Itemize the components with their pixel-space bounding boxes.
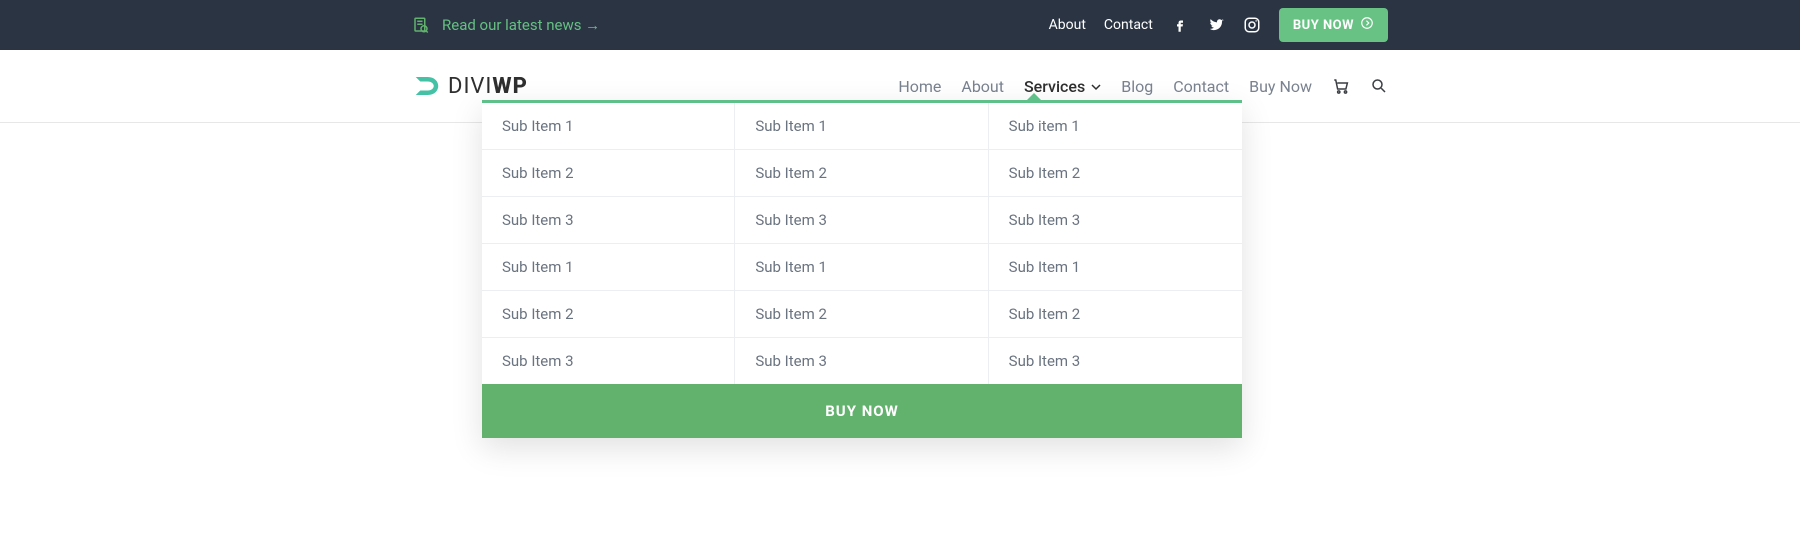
logo-mark-icon (412, 71, 442, 101)
search-icon[interactable] (1370, 77, 1388, 95)
nav-about[interactable]: About (961, 77, 1004, 96)
topbar-inner: Read our latest news → About Contact BUY… (400, 0, 1400, 50)
mega-item[interactable]: Sub Item 2 (482, 150, 734, 197)
mega-item[interactable]: Sub Item 1 (735, 103, 987, 150)
topbar-buy-label: BUY NOW (1293, 18, 1354, 33)
topbar-contact-link[interactable]: Contact (1104, 17, 1153, 33)
logo-text-part1: DIVI (448, 74, 492, 99)
topbar-about-link[interactable]: About (1049, 17, 1086, 33)
mega-item[interactable]: Sub Item 1 (989, 244, 1242, 291)
topbar: Read our latest news → About Contact BUY… (0, 0, 1800, 50)
mega-item[interactable]: Sub Item 2 (482, 291, 734, 338)
main-nav: Home About Services Blog Contact Buy Now (898, 77, 1388, 96)
mega-item[interactable]: Sub Item 2 (735, 150, 987, 197)
chevron-down-icon (1091, 77, 1101, 96)
mega-item[interactable]: Sub Item 3 (989, 197, 1242, 244)
mega-menu-grid: Sub Item 1 Sub Item 2 Sub Item 3 Sub Ite… (482, 103, 1242, 384)
document-icon (412, 16, 430, 34)
logo-text-part2: WP (492, 74, 527, 99)
mega-item[interactable]: Sub Item 3 (989, 338, 1242, 384)
mega-item[interactable]: Sub Item 2 (735, 291, 987, 338)
mega-item[interactable]: Sub Item 3 (735, 197, 987, 244)
nav-buy-now[interactable]: Buy Now (1249, 77, 1312, 96)
mega-buy-now-button[interactable]: BUY NOW (482, 384, 1242, 438)
mega-column-3: Sub item 1 Sub Item 2 Sub Item 3 Sub Ite… (989, 103, 1242, 384)
mega-item[interactable]: Sub item 1 (989, 103, 1242, 150)
mega-item[interactable]: Sub Item 1 (482, 103, 734, 150)
services-mega-menu: Sub Item 1 Sub Item 2 Sub Item 3 Sub Ite… (482, 100, 1242, 438)
nav-home[interactable]: Home (898, 77, 941, 96)
mega-item[interactable]: Sub Item 3 (482, 338, 734, 384)
mega-column-2: Sub Item 1 Sub Item 2 Sub Item 3 Sub Ite… (735, 103, 988, 384)
instagram-icon[interactable] (1243, 16, 1261, 34)
mega-column-1: Sub Item 1 Sub Item 2 Sub Item 3 Sub Ite… (482, 103, 735, 384)
cart-icon[interactable] (1332, 77, 1350, 95)
mega-item[interactable]: Sub Item 1 (482, 244, 734, 291)
nav-blog[interactable]: Blog (1121, 77, 1153, 96)
logo[interactable]: DIVIWP (412, 71, 528, 101)
header: DIVIWP Home About Services Blog Contact … (0, 50, 1800, 123)
mega-item[interactable]: Sub Item 3 (735, 338, 987, 384)
news-link[interactable]: Read our latest news → (412, 16, 600, 34)
topbar-buy-button[interactable]: BUY NOW (1279, 8, 1388, 42)
news-link-label: Read our latest news → (442, 16, 600, 34)
nav-contact[interactable]: Contact (1173, 77, 1229, 96)
logo-text: DIVIWP (448, 74, 528, 99)
topbar-right: About Contact BUY NOW (1049, 8, 1388, 42)
mega-item[interactable]: Sub Item 2 (989, 291, 1242, 338)
mega-item[interactable]: Sub Item 3 (482, 197, 734, 244)
mega-item[interactable]: Sub Item 1 (735, 244, 987, 291)
header-inner: DIVIWP Home About Services Blog Contact … (400, 50, 1400, 122)
twitter-icon[interactable] (1207, 16, 1225, 34)
facebook-icon[interactable] (1171, 16, 1189, 34)
mega-item[interactable]: Sub Item 2 (989, 150, 1242, 197)
arrow-circle-icon (1360, 16, 1374, 34)
